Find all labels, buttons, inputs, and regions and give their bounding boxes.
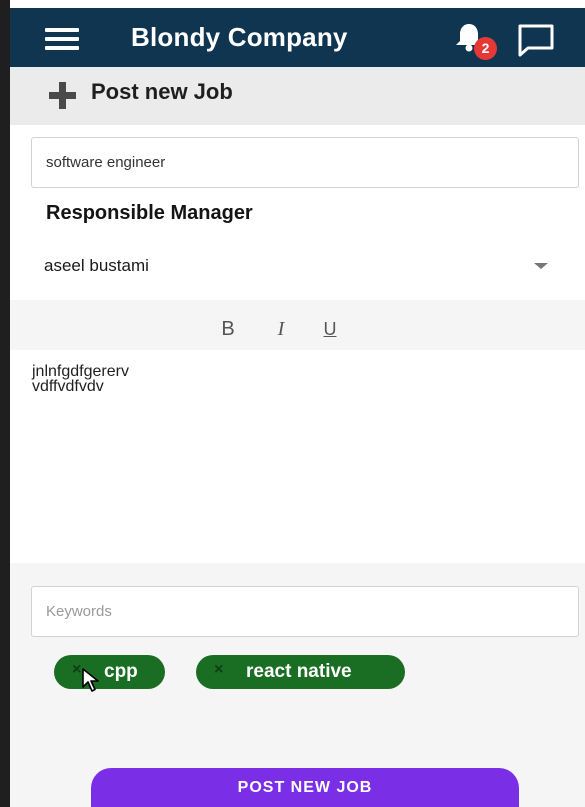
keyword-chip-cpp[interactable]: × cpp (54, 655, 165, 689)
editor-toolbar (10, 300, 585, 350)
description-line: jnlnfgdfgererv (32, 363, 129, 380)
manager-select[interactable]: aseel bustami (30, 248, 570, 284)
window-frame-edge (0, 0, 10, 807)
remove-chip-icon[interactable]: × (214, 661, 223, 679)
app-bar: Blondy Company 2 (10, 8, 585, 67)
description-editor[interactable]: jnlnfgdfgererv vdffvdfvdv (10, 350, 585, 563)
plus-icon (49, 82, 76, 109)
menu-icon[interactable] (45, 28, 79, 50)
responsible-manager-label: Responsible Manager (46, 202, 253, 224)
post-new-job-button[interactable]: POST NEW JOB (91, 768, 519, 807)
mouse-cursor-icon (82, 668, 99, 692)
caret-down-icon (534, 263, 548, 269)
post-job-header: Post new Job (10, 67, 585, 125)
description-line: vdffvdfvdv (32, 378, 104, 395)
job-title-input[interactable] (31, 137, 579, 188)
italic-button[interactable]: I (266, 314, 296, 344)
keyword-chip-label: react native (246, 661, 352, 682)
bold-button[interactable]: B (213, 314, 243, 344)
app-title: Blondy Company (131, 22, 348, 52)
messages-button[interactable] (515, 22, 557, 58)
underline-button[interactable]: U (315, 314, 345, 344)
post-job-title: Post new Job (91, 79, 233, 104)
manager-select-value: aseel bustami (44, 256, 149, 275)
chat-icon (518, 24, 554, 57)
notifications-button[interactable]: 2 (448, 20, 498, 62)
keyword-chip-react-native[interactable]: × react native (196, 655, 405, 689)
keyword-chip-label: cpp (104, 661, 138, 682)
notification-badge: 2 (474, 37, 497, 60)
keywords-input[interactable] (31, 586, 579, 637)
